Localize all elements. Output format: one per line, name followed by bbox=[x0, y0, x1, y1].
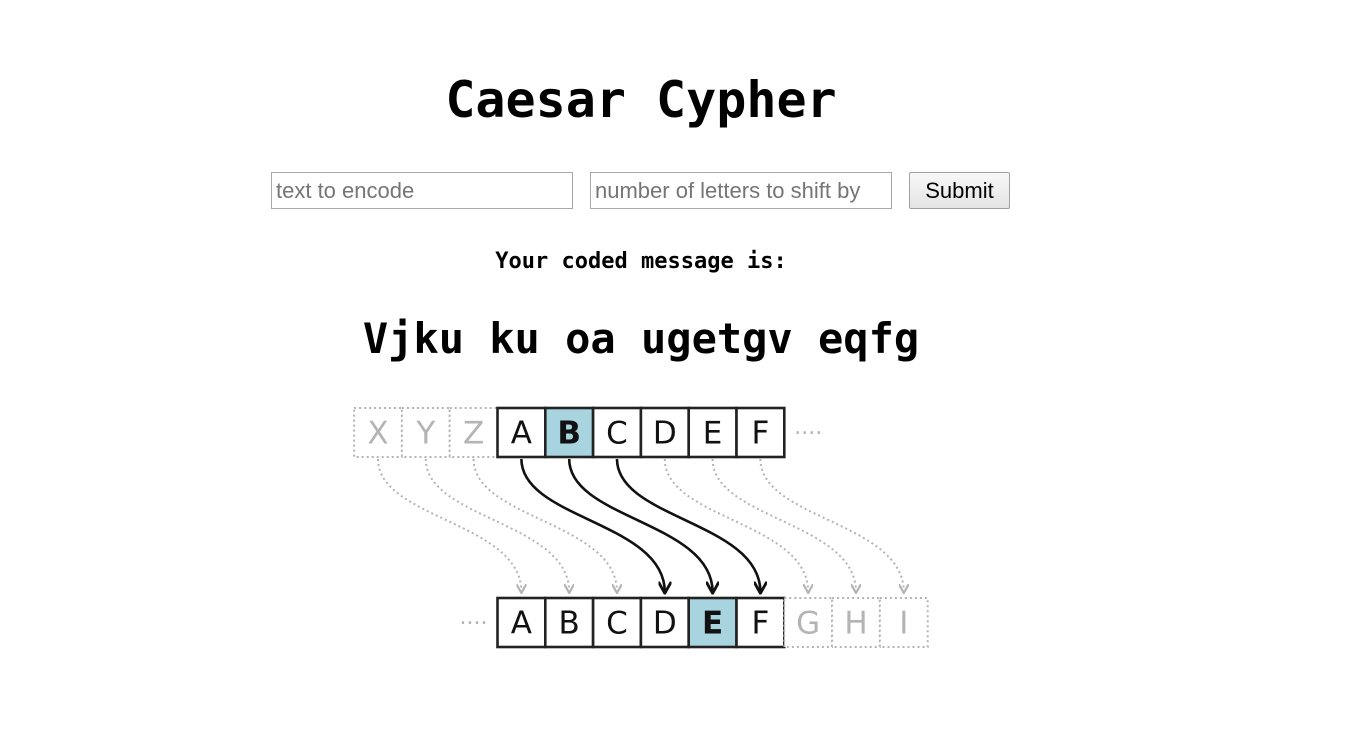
top-faded-letter-box: X bbox=[353, 407, 403, 458]
bottom-letter-box: C bbox=[591, 596, 643, 649]
top-ellipsis: ···· bbox=[794, 422, 822, 447]
faded-shift-arrow bbox=[663, 458, 808, 592]
faded-shift-arrow bbox=[759, 458, 903, 592]
shift-arrow bbox=[520, 458, 664, 592]
top-letter-box: E bbox=[687, 406, 738, 459]
page-title: Caesar Cypher bbox=[445, 71, 837, 129]
text-to-encode-input[interactable] bbox=[271, 172, 573, 209]
caesar-shift-diagram: X Y Z A B C D E F ···· A B C D E F G H I ···· bbox=[350, 402, 935, 654]
caesar-shift-diagram-svg: X Y Z A B C D E F ····A B C D E F G H I···· bbox=[353, 406, 929, 649]
diagram-letter: D bbox=[653, 606, 677, 642]
bottom-letter-box: E bbox=[687, 596, 738, 649]
diagram-letter: H bbox=[844, 606, 867, 642]
encode-form: Submit bbox=[271, 172, 1010, 209]
bottom-letter-box: A bbox=[496, 596, 547, 649]
top-letter-box: C bbox=[591, 406, 643, 459]
top-faded-letter-box: Z bbox=[448, 407, 499, 458]
bottom-faded-letter-box: G bbox=[783, 597, 834, 648]
faded-shift-arrow bbox=[711, 458, 856, 592]
diagram-letter: B bbox=[559, 606, 580, 642]
diagram-letter: D bbox=[653, 416, 677, 452]
bottom-ellipsis: ···· bbox=[460, 612, 488, 637]
faded-shift-arrow bbox=[377, 458, 521, 592]
diagram-letter: E bbox=[702, 606, 723, 642]
diagram-letter: I bbox=[899, 606, 908, 642]
top-letter-box: B bbox=[544, 406, 595, 459]
diagram-letter: F bbox=[751, 416, 769, 452]
bottom-faded-letter-box: H bbox=[831, 597, 881, 648]
top-letter-box: A bbox=[496, 406, 547, 459]
bottom-letter-box: B bbox=[544, 596, 595, 649]
result-label: Your coded message is: bbox=[495, 249, 787, 274]
faded-shift-arrow bbox=[472, 458, 617, 592]
shift-arrow bbox=[615, 458, 760, 592]
bottom-letter-box: F bbox=[735, 596, 786, 649]
diagram-letter: F bbox=[751, 606, 769, 642]
top-faded-letter-box: Y bbox=[400, 407, 451, 458]
diagram-letter: E bbox=[703, 416, 723, 452]
diagram-letter: Y bbox=[415, 416, 435, 452]
submit-button[interactable]: Submit bbox=[909, 172, 1010, 209]
shift-amount-input[interactable] bbox=[590, 172, 892, 209]
diagram-letter: G bbox=[796, 606, 820, 642]
shift-arrow bbox=[567, 458, 712, 592]
diagram-letter: B bbox=[557, 416, 581, 452]
bottom-faded-letter-box: I bbox=[878, 597, 929, 648]
diagram-letter: Z bbox=[463, 416, 484, 452]
top-letter-box: F bbox=[735, 406, 786, 459]
coded-message: Vjku ku oa ugetgv eqfg bbox=[362, 314, 920, 363]
diagram-letter: C bbox=[606, 606, 628, 642]
diagram-letter: C bbox=[606, 416, 628, 452]
diagram-letter: X bbox=[367, 416, 388, 452]
diagram-letter: A bbox=[511, 606, 532, 642]
diagram-letter: A bbox=[511, 416, 532, 452]
faded-shift-arrow bbox=[424, 458, 569, 592]
bottom-letter-box: D bbox=[639, 596, 690, 649]
top-letter-box: D bbox=[639, 406, 690, 459]
